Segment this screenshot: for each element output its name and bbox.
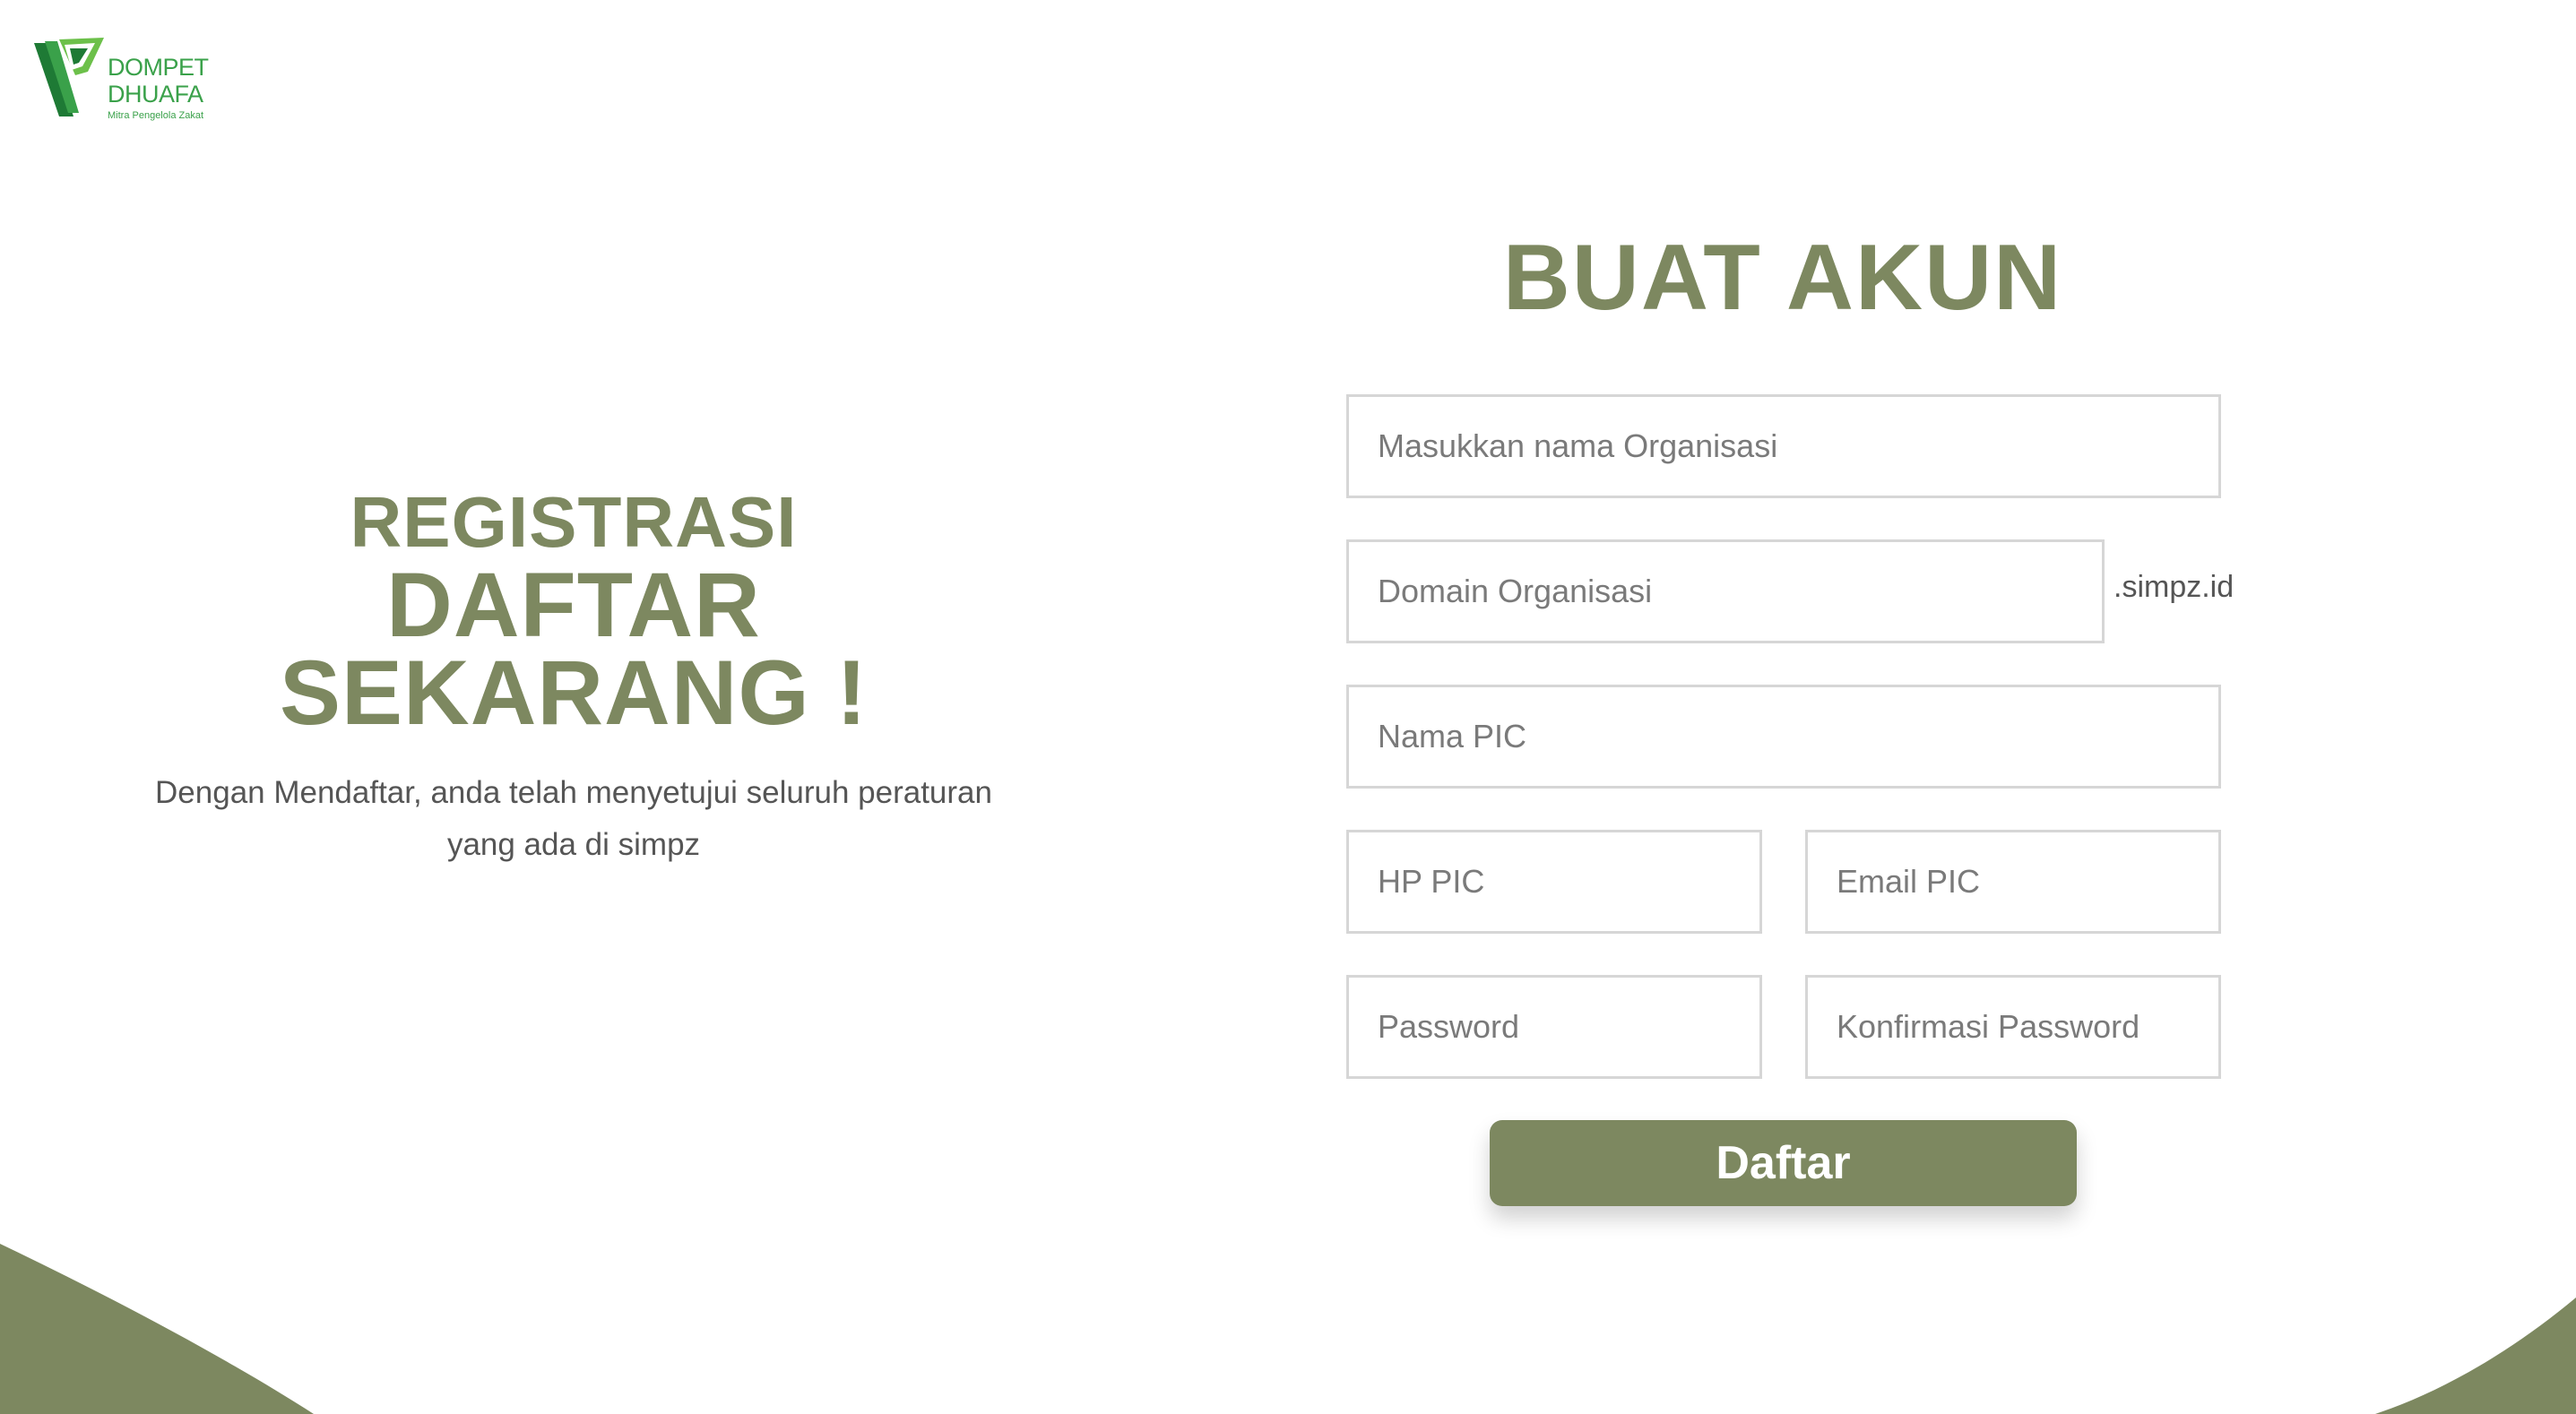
hero-section: REGISTRASI DAFTAR SEKARANG ! Dengan Mend… [117,484,1031,871]
brand-tagline: Mitra Pengelola Zakat [108,110,203,121]
brand-line-2: DHUAFA [108,81,203,108]
register-button[interactable]: Daftar [1490,1120,2077,1206]
pic-email-input[interactable] [1805,830,2221,934]
hero-title-line-2: SEKARANG ! [279,642,869,744]
registration-page: DOMPET DHUAFA Mitra Pengelola Zakat REGI… [0,0,2576,1414]
password-input[interactable] [1346,975,1762,1079]
brand-logo[interactable]: DOMPET DHUAFA Mitra Pengelola Zakat [32,34,220,124]
pic-phone-input[interactable] [1346,830,1762,934]
brand-line-1: DOMPET [108,54,209,81]
brand-logo-icon [34,38,104,116]
hero-description: Dengan Mendaftar, anda telah menyetujui … [117,767,1031,871]
form-title: BUAT AKUN [1502,226,2063,330]
domain-suffix: .simpz.id [2114,570,2235,604]
hero-description-line-1: Dengan Mendaftar, anda telah menyetujui … [155,775,992,810]
hero-title-line-1: DAFTAR [386,554,761,656]
pic-name-input[interactable] [1346,685,2221,789]
hero-title-small: REGISTRASI [350,482,798,562]
organization-domain-input[interactable] [1346,539,2105,643]
confirm-password-input[interactable] [1805,975,2221,1079]
organization-name-input[interactable] [1346,394,2221,498]
brand-wordmark: DOMPET DHUAFA Mitra Pengelola Zakat [108,56,209,121]
hero-description-line-2: yang ada di simpz [446,827,701,862]
